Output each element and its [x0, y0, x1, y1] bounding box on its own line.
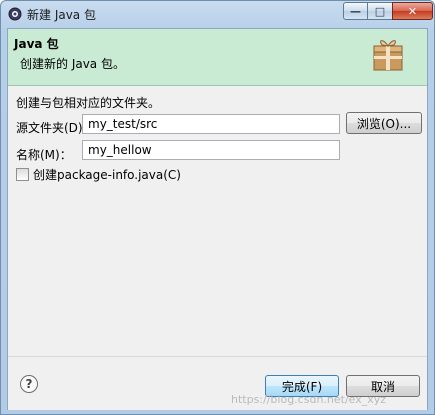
- browse-button[interactable]: 浏览(O)...: [346, 112, 422, 134]
- dialog-client-area: Java 包 创建新的 Java 包。 创建与包相对应的文件夹。 源文件夹(D)…: [7, 28, 428, 410]
- minimize-button[interactable]: —: [343, 2, 368, 20]
- package-name-input[interactable]: [82, 140, 340, 160]
- package-icon: [373, 40, 403, 71]
- source-folder-input[interactable]: [82, 114, 340, 134]
- header-banner: Java 包 创建新的 Java 包。: [8, 29, 427, 86]
- title-bar[interactable]: 新建 Java 包 — □ ✕: [1, 1, 434, 27]
- banner-description: 创建新的 Java 包。: [20, 57, 125, 71]
- dialog-window: 新建 Java 包 — □ ✕ Java 包 创建新的 Java 包。 创建与包…: [0, 0, 435, 415]
- package-name-label: 名称(M)：: [16, 148, 72, 162]
- banner-title: Java 包: [14, 37, 59, 51]
- form-prompt: 创建与包相对应的文件夹。: [16, 96, 161, 110]
- watermark: https://blog.csdn.net/ex_xyz: [231, 393, 387, 406]
- create-package-info-checkbox[interactable]: [16, 168, 29, 181]
- window-title: 新建 Java 包: [27, 8, 96, 22]
- form-area: 创建与包相对应的文件夹。 源文件夹(D)： 浏览(O)... 名称(M)： 创建…: [8, 86, 427, 356]
- eclipse-app-icon: [8, 7, 22, 21]
- create-package-info-label: 创建package-info.java(C): [33, 168, 181, 182]
- help-icon[interactable]: ?: [20, 375, 38, 393]
- close-button[interactable]: ✕: [392, 2, 433, 20]
- create-package-info-option[interactable]: 创建package-info.java(C): [16, 166, 181, 183]
- maximize-button[interactable]: □: [367, 2, 393, 20]
